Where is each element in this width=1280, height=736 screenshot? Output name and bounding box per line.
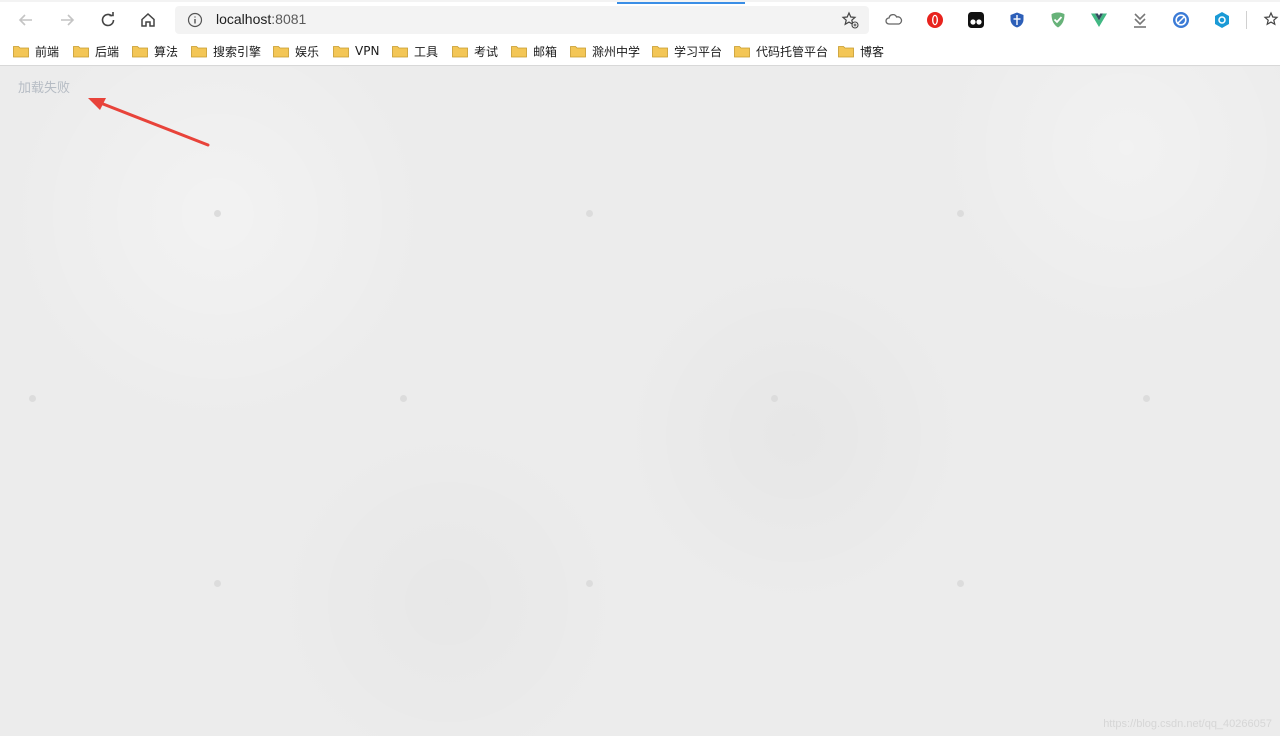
shield-icon[interactable] xyxy=(1008,11,1026,29)
opera-icon[interactable] xyxy=(926,11,944,29)
bookmark-label: 博客 xyxy=(860,44,885,59)
arrow-left-icon xyxy=(18,14,32,26)
folder-icon xyxy=(392,45,408,57)
bookmark-label: 邮箱 xyxy=(533,44,558,59)
download-icon[interactable] xyxy=(1131,11,1149,29)
texture-dot xyxy=(771,395,778,402)
bookmark-folder[interactable]: 邮箱 xyxy=(511,41,557,61)
folder-icon xyxy=(73,45,89,57)
texture-dot xyxy=(586,580,593,587)
texture-dot xyxy=(957,210,964,217)
watermark-text: https://blog.csdn.net/qq_40266057 xyxy=(1103,718,1272,730)
bookmark-label: 考试 xyxy=(474,44,499,59)
bookmark-folder[interactable]: 考试 xyxy=(452,41,498,61)
bookmark-folder[interactable]: 算法 xyxy=(132,41,178,61)
page-content: 加载失败 https://blog.csdn.net/qq_40266057 xyxy=(0,67,1280,736)
folder-icon xyxy=(452,45,468,57)
red-annotation-arrow xyxy=(88,98,210,147)
folder-icon xyxy=(333,45,349,57)
bookmark-folder[interactable]: 滁州中学 xyxy=(570,41,640,61)
bookmark-folder[interactable]: 后端 xyxy=(73,41,119,61)
texture-dot xyxy=(957,580,964,587)
bookmark-label: 娱乐 xyxy=(295,44,320,59)
address-url[interactable]: localhost:8081 xyxy=(216,11,306,27)
add-favorite-icon[interactable] xyxy=(841,11,859,29)
texture-dot xyxy=(1143,395,1150,402)
texture-dot xyxy=(29,395,36,402)
bookmark-label: VPN xyxy=(355,44,380,58)
toolbar-separator xyxy=(1246,11,1247,29)
url-port: :8081 xyxy=(271,11,307,27)
load-failed-text: 加载失败 xyxy=(18,81,71,96)
tampermonkey-icon[interactable] xyxy=(967,11,985,29)
texture-dot xyxy=(586,210,593,217)
bookmark-folder[interactable]: VPN xyxy=(333,41,379,61)
back-button[interactable] xyxy=(12,8,40,32)
texture-dot xyxy=(214,580,221,587)
bookmark-label: 后端 xyxy=(95,44,120,59)
vue-devtools-icon[interactable] xyxy=(1090,11,1108,29)
home-button[interactable] xyxy=(134,8,162,32)
reload-button[interactable] xyxy=(94,8,122,32)
arrow-right-icon xyxy=(61,14,75,26)
translate-icon[interactable] xyxy=(1172,11,1190,29)
hex-extension-icon[interactable] xyxy=(1213,11,1231,29)
texture-dot xyxy=(400,395,407,402)
bookmark-label: 代码托管平台 xyxy=(756,44,829,59)
bookmark-label: 搜索引擎 xyxy=(213,44,262,59)
cloud-sync-icon[interactable] xyxy=(885,11,903,29)
bookmark-folder[interactable]: 博客 xyxy=(838,41,884,61)
bookmark-label: 算法 xyxy=(154,44,179,59)
info-icon[interactable] xyxy=(187,12,203,28)
bookmark-folder[interactable]: 搜索引擎 xyxy=(191,41,261,61)
bookmark-folder[interactable]: 代码托管平台 xyxy=(734,41,828,61)
folder-icon xyxy=(511,45,527,57)
bookmark-folder[interactable]: 娱乐 xyxy=(273,41,319,61)
folder-icon xyxy=(273,45,289,57)
bookmark-folder[interactable]: 前端 xyxy=(13,41,59,61)
texture-dot xyxy=(214,210,221,217)
forward-button[interactable] xyxy=(53,8,81,32)
browser-toolbar: localhost:8081 xyxy=(0,0,1280,36)
favorites-icon[interactable] xyxy=(1263,11,1280,29)
bookmark-label: 工具 xyxy=(414,44,439,59)
bookmark-folder[interactable]: 学习平台 xyxy=(652,41,722,61)
folder-icon xyxy=(13,45,29,57)
folder-icon xyxy=(570,45,586,57)
bookmark-label: 滁州中学 xyxy=(592,44,641,59)
folder-icon xyxy=(191,45,207,57)
bookmarks-bar: 前端 后端 算法 搜索引擎 娱乐 VPN 工具 考试 邮箱 滁州中学 学习平台 … xyxy=(0,36,1280,66)
home-icon xyxy=(141,12,155,27)
folder-icon xyxy=(734,45,750,57)
reload-icon xyxy=(101,12,115,27)
active-tab-indicator xyxy=(617,2,745,4)
bookmark-label: 前端 xyxy=(35,44,60,59)
folder-icon xyxy=(838,45,854,57)
url-host: localhost xyxy=(216,11,272,27)
folder-icon xyxy=(132,45,148,57)
folder-icon xyxy=(652,45,668,57)
adguard-icon[interactable] xyxy=(1049,11,1067,29)
bookmark-folder[interactable]: 工具 xyxy=(392,41,438,61)
address-bar[interactable]: localhost:8081 xyxy=(175,6,869,34)
bookmark-label: 学习平台 xyxy=(674,44,723,59)
